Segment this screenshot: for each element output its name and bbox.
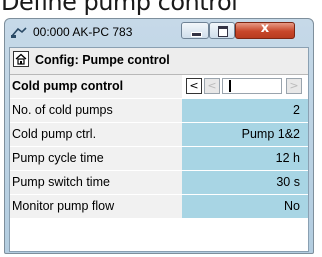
row-label: No. of cold pumps [10, 99, 182, 122]
page-caption: Define pump control [1, 0, 238, 16]
next-page-button[interactable]: > [286, 78, 302, 94]
home-icon [15, 53, 27, 65]
close-button[interactable]: x [235, 21, 295, 39]
close-icon: x [260, 21, 270, 36]
row-value[interactable]: 12 h [182, 147, 308, 170]
row-cold-pump-control: Cold pump control < < > [10, 75, 308, 99]
prev-page-disabled-button[interactable]: < [204, 78, 220, 94]
minimize-icon [191, 32, 202, 37]
minimize-button[interactable] [181, 22, 209, 39]
row-label: Cold pump ctrl. [10, 123, 182, 146]
app-window: 00:000 AK-PC 783 x Config: Pumpe control [4, 18, 314, 254]
config-title: Config: Pumpe control [35, 53, 170, 67]
row-pump-cycle-time[interactable]: Pump cycle time 12 h [10, 147, 308, 171]
window-title: 00:000 AK-PC 783 [33, 25, 133, 39]
maximize-button[interactable] [209, 22, 235, 39]
title-bar[interactable]: 00:000 AK-PC 783 x [5, 19, 313, 45]
row-value[interactable]: 30 s [182, 171, 308, 194]
app-icon [10, 24, 28, 38]
row-pump-switch-time[interactable]: Pump switch time 30 s [10, 171, 308, 195]
row-value[interactable]: No [182, 195, 308, 218]
config-panel: Config: Pumpe control Cold pump control … [9, 47, 309, 252]
row-label: Pump switch time [10, 171, 182, 194]
text-cursor [229, 80, 231, 92]
row-monitor-pump-flow[interactable]: Monitor pump flow No [10, 195, 308, 219]
row-no-of-cold-pumps[interactable]: No. of cold pumps 2 [10, 99, 308, 123]
row-value[interactable]: 2 [182, 99, 308, 122]
row-value[interactable]: Pump 1&2 [182, 123, 308, 146]
row-label: Cold pump control [10, 75, 182, 98]
page-navigator: < < > [182, 75, 308, 98]
prev-page-button[interactable]: < [186, 78, 202, 94]
home-button[interactable] [13, 51, 29, 67]
page-input[interactable] [222, 78, 282, 94]
row-cold-pump-ctrl[interactable]: Cold pump ctrl. Pump 1&2 [10, 123, 308, 147]
row-label: Pump cycle time [10, 147, 182, 170]
maximize-icon [218, 26, 228, 37]
row-label: Monitor pump flow [10, 195, 182, 218]
config-header: Config: Pumpe control [10, 48, 308, 75]
